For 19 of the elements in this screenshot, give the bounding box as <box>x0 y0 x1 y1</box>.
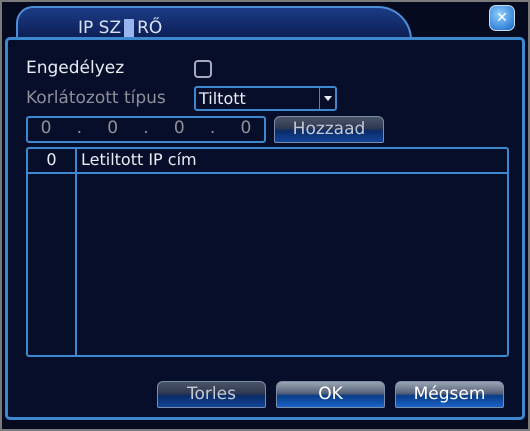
ip-address-field[interactable]: 0 . 0 . 0 . 0 <box>26 116 266 142</box>
column-header: Letiltott IP cím <box>81 150 197 168</box>
dialog-button[interactable]: OK <box>276 380 385 408</box>
column-header: 0 <box>46 150 57 168</box>
ip-separator: . <box>76 117 82 140</box>
enable-label: Engedélyez <box>26 57 126 80</box>
text-cursor <box>124 18 134 39</box>
window-title: RŐ <box>137 16 162 40</box>
ip-octet: 0 <box>174 117 185 140</box>
window-title: IP SZ <box>78 17 122 40</box>
ip-octet: 0 <box>240 117 252 140</box>
ip-separator: . <box>210 117 216 140</box>
restriction-type-label: Korlátozott típus <box>26 87 167 110</box>
dialog-button[interactable]: Mégsem <box>395 380 504 408</box>
enable-checkbox[interactable] <box>194 60 212 78</box>
ip-separator: . <box>143 117 149 140</box>
dropdown-arrow-icon <box>324 96 332 102</box>
ip-octet: 0 <box>107 117 118 140</box>
ip-octet: 0 <box>40 117 52 140</box>
